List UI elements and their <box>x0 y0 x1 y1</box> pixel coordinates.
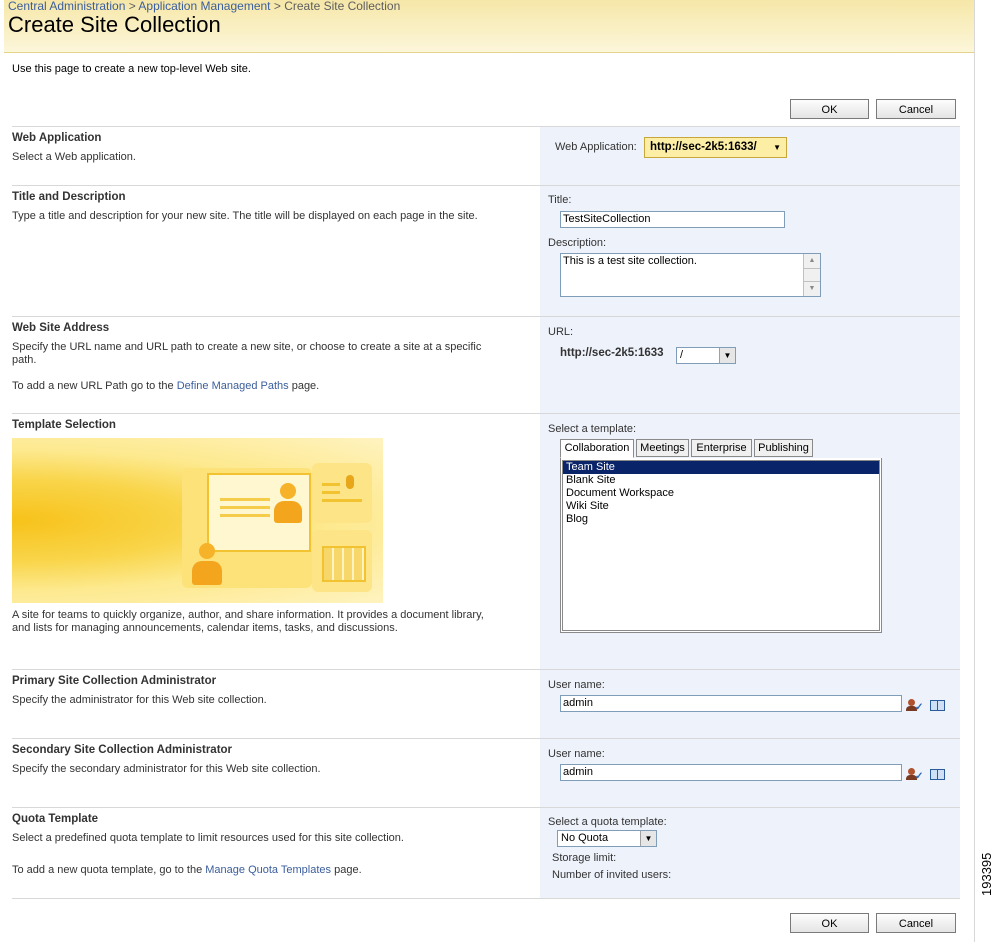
list-item[interactable]: Blank Site <box>563 474 879 487</box>
url-path-value: / <box>680 349 684 361</box>
tab-enterprise[interactable]: Enterprise <box>691 439 752 457</box>
web-application-value: http://sec-2k5:1633/ <box>650 141 757 153</box>
title-input[interactable]: TestSiteCollection <box>560 211 785 228</box>
quota-value: No Quota <box>561 832 609 844</box>
description-value: This is a test site collection. <box>563 255 697 267</box>
figure-number: 193395 <box>979 852 994 896</box>
description-textarea[interactable]: This is a test site collection. ▲ ▼ <box>560 253 821 297</box>
ok-button-bottom[interactable]: OK <box>790 913 869 933</box>
section-desc: Specify the URL name and URL path to cre… <box>12 341 482 366</box>
breadcrumb-current: Create Site Collection <box>284 0 401 13</box>
description-label: Description: <box>548 237 607 249</box>
section-title: Title and Description <box>12 191 126 203</box>
divider <box>12 898 960 900</box>
tab-collaboration[interactable]: Collaboration <box>560 439 634 458</box>
section-desc: Specify the administrator for this Web s… <box>12 694 267 706</box>
microphone-icon <box>312 463 372 523</box>
page-frame: Central Administration > Application Man… <box>4 0 975 942</box>
check-names-icon[interactable]: ✓ <box>906 698 924 713</box>
list-item[interactable]: Wiki Site <box>563 500 879 513</box>
section-primary-admin: Primary Site Collection Administrator Sp… <box>12 669 960 739</box>
title-label: Title: <box>548 194 572 206</box>
template-label: Select a template: <box>548 423 637 435</box>
calendar-icon <box>312 530 372 592</box>
section-web-application: Web Application Select a Web application… <box>12 126 960 186</box>
web-application-select[interactable]: http://sec-2k5:1633/ ▼ <box>644 137 787 158</box>
define-managed-paths-link[interactable]: Define Managed Paths <box>177 380 289 392</box>
scroll-down-icon[interactable]: ▼ <box>804 281 820 296</box>
address-book-icon[interactable] <box>930 700 945 711</box>
person-icon <box>192 543 222 587</box>
section-desc: Specify the secondary administrator for … <box>12 763 321 775</box>
storage-limit-label: Storage limit: <box>552 852 617 864</box>
section-desc: Select a Web application. <box>12 151 136 163</box>
tab-meetings[interactable]: Meetings <box>636 439 689 457</box>
section-title: Web Site Address <box>12 322 110 334</box>
section-template-selection: Template Selection A site for teams to q… <box>12 413 960 670</box>
section-title: Primary Site Collection Administrator <box>12 675 217 687</box>
primary-admin-input[interactable]: admin <box>560 695 902 712</box>
breadcrumb-separator: > <box>273 0 281 13</box>
url-prefix: http://sec-2k5:1633 <box>560 347 664 359</box>
section-desc: Type a title and description for your ne… <box>12 210 478 222</box>
quota-label: Select a quota template: <box>548 816 667 828</box>
section-title: Secondary Site Collection Administrator <box>12 744 233 756</box>
tab-publishing[interactable]: Publishing <box>754 439 813 457</box>
url-label: URL: <box>548 326 574 338</box>
section-title: Template Selection <box>12 419 116 431</box>
invited-users-label: Number of invited users: <box>552 869 672 881</box>
url-path-select[interactable]: / ▼ <box>676 347 736 364</box>
section-quota-template: Quota Template Select a predefined quota… <box>12 807 960 899</box>
chevron-down-icon: ▼ <box>773 143 781 152</box>
username-label: User name: <box>548 679 605 691</box>
cancel-button-bottom[interactable]: Cancel <box>876 913 956 933</box>
cancel-button-top[interactable]: Cancel <box>876 99 956 119</box>
page-intro: Use this page to create a new top-level … <box>12 63 251 75</box>
list-item[interactable]: Blog <box>563 513 879 526</box>
page-title: Create Site Collection <box>8 12 221 37</box>
section-title: Web Application <box>12 132 102 144</box>
manage-quota-templates-link[interactable]: Manage Quota Templates <box>205 864 331 876</box>
template-description: A site for teams to quickly organize, au… <box>12 609 484 634</box>
chevron-down-icon: ▼ <box>640 831 656 846</box>
chevron-down-icon: ▼ <box>719 348 735 363</box>
check-names-icon[interactable]: ✓ <box>906 767 924 782</box>
page-header: Central Administration > Application Man… <box>4 0 974 53</box>
ok-button-top[interactable]: OK <box>790 99 869 119</box>
template-listbox[interactable]: Team Site Blank Site Document Workspace … <box>562 460 880 631</box>
managed-paths-text: To add a new URL Path go to the Define M… <box>12 380 320 392</box>
quota-select[interactable]: No Quota ▼ <box>557 830 657 847</box>
secondary-admin-input[interactable]: admin <box>560 764 902 781</box>
scroll-up-icon[interactable]: ▲ <box>804 254 820 269</box>
list-item[interactable]: Team Site <box>563 461 879 474</box>
scrollbar[interactable]: ▲ ▼ <box>803 254 820 296</box>
section-web-site-address: Web Site Address Specify the URL name an… <box>12 316 960 414</box>
section-secondary-admin: Secondary Site Collection Administrator … <box>12 738 960 808</box>
section-title: Quota Template <box>12 813 99 825</box>
list-item[interactable]: Document Workspace <box>563 487 879 500</box>
template-tabs: Collaboration Meetings Enterprise Publis… <box>560 439 880 459</box>
quota-templates-text: To add a new quota template, go to the M… <box>12 864 362 876</box>
section-title-description: Title and Description Type a title and d… <box>12 185 960 317</box>
person-icon <box>274 483 302 525</box>
template-preview-image <box>12 438 383 603</box>
address-book-icon[interactable] <box>930 769 945 780</box>
section-desc: Select a predefined quota template to li… <box>12 832 404 844</box>
username-label: User name: <box>548 748 605 760</box>
web-application-label: Web Application: <box>555 141 637 153</box>
